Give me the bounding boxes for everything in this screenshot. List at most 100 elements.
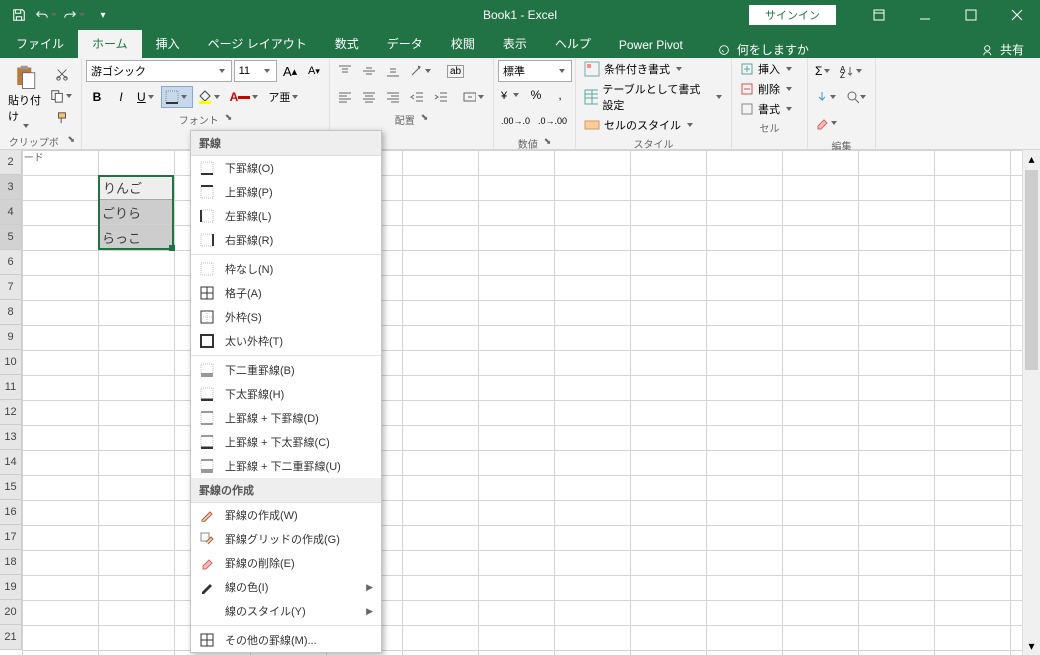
ribbon-options-button[interactable] [856,0,902,30]
shrink-font-button[interactable]: A▾ [303,60,325,82]
merge-button[interactable] [460,86,489,108]
currency-button[interactable]: ¥ [498,84,523,106]
line-color-item[interactable]: 線の色(I)▶ [191,575,381,599]
row-header-14[interactable]: 14 [0,450,22,475]
row-header-4[interactable]: 4 [0,200,22,225]
row-header-12[interactable]: 12 [0,400,22,425]
row-header-21[interactable]: 21 [0,625,22,650]
format-painter-button[interactable] [50,108,74,128]
tab-view[interactable]: 表示 [489,29,541,58]
scroll-up-arrow[interactable]: ▴ [1023,150,1040,168]
border-thick-item[interactable]: 太い外枠(T) [191,329,381,353]
fill-handle[interactable] [169,245,175,251]
comma-button[interactable]: , [549,84,571,106]
draw-border-grid-item[interactable]: 罫線グリッドの作成(G) [191,527,381,551]
row-header-8[interactable]: 8 [0,300,22,325]
align-right-button[interactable] [382,86,404,108]
row-header-20[interactable]: 20 [0,600,22,625]
tab-review[interactable]: 校閲 [437,29,489,58]
font-color-button[interactable]: A [227,86,264,108]
qat-customize[interactable]: ▾ [90,2,116,28]
wrap-text-button[interactable]: ab [444,60,467,82]
border-none-item[interactable]: 枠なし(N) [191,257,381,281]
border-outside-item[interactable]: 外枠(S) [191,305,381,329]
sheet-grid[interactable] [22,150,1040,655]
decrease-decimal-button[interactable]: .0→.00 [535,110,570,132]
clear-button[interactable] [812,112,842,134]
copy-button[interactable] [50,86,74,106]
border-left-item[interactable]: 左罫線(L) [191,204,381,228]
fill-button[interactable] [812,86,841,108]
tab-data[interactable]: データ [373,29,437,58]
undo-button[interactable] [34,2,60,28]
row-header-15[interactable]: 15 [0,475,22,500]
row-header-16[interactable]: 16 [0,500,22,525]
close-button[interactable] [994,0,1040,30]
minimize-button[interactable] [902,0,948,30]
row-header-3[interactable]: 3 [0,175,22,200]
row-header-17[interactable]: 17 [0,525,22,550]
underline-button[interactable]: U [134,86,159,108]
percent-button[interactable]: % [525,84,547,106]
tab-home[interactable]: ホーム [78,29,142,58]
redo-button[interactable] [62,2,88,28]
draw-border-item[interactable]: 罫線の作成(W) [191,503,381,527]
paste-button[interactable]: 貼り付け [4,60,48,132]
format-cells-button[interactable]: 書式 [736,100,803,118]
border-bottom-thick-item[interactable]: 下太罫線(H) [191,382,381,406]
scroll-down-arrow[interactable]: ▾ [1023,637,1040,655]
decrease-indent-button[interactable] [406,86,428,108]
border-top-item[interactable]: 上罫線(P) [191,180,381,204]
bold-button[interactable]: B [86,86,108,108]
find-button[interactable] [843,86,872,108]
align-top-button[interactable] [334,60,356,82]
sort-filter-button[interactable]: AZ [837,60,867,82]
align-left-button[interactable] [334,86,356,108]
row-header-18[interactable]: 18 [0,550,22,575]
row-header-5[interactable]: 5 [0,225,22,250]
grow-font-button[interactable]: A▴ [279,60,301,82]
row-header-10[interactable]: 10 [0,350,22,375]
tell-me-search[interactable]: 何をしますか [707,41,819,58]
row-header-19[interactable]: 19 [0,575,22,600]
increase-decimal-button[interactable]: .00→.0 [498,110,533,132]
font-launcher[interactable]: ⬊ [225,112,233,127]
row-header-9[interactable]: 9 [0,325,22,350]
alignment-launcher[interactable]: ⬊ [421,112,429,127]
cell-styles-button[interactable]: セルのスタイル [580,116,727,134]
border-top-bottom-double-item[interactable]: 上罫線 + 下二重罫線(U) [191,454,381,478]
ruby-button[interactable]: ア亜 [265,86,303,108]
maximize-button[interactable] [948,0,994,30]
row-header-2[interactable]: 2 [0,150,22,175]
tab-formulas[interactable]: 数式 [321,29,373,58]
number-format-combo[interactable]: 標準 [498,60,572,82]
border-top-bottom-item[interactable]: 上罫線 + 下罫線(D) [191,406,381,430]
border-top-bottom-thick-item[interactable]: 上罫線 + 下太罫線(C) [191,430,381,454]
save-button[interactable] [6,2,32,28]
scroll-thumb[interactable] [1025,170,1038,370]
border-bottom-double-item[interactable]: 下二重罫線(B) [191,358,381,382]
vertical-scrollbar[interactable]: ▴ ▾ [1022,150,1040,655]
border-button[interactable] [161,86,193,108]
orientation-button[interactable] [406,60,436,82]
row-header-13[interactable]: 13 [0,425,22,450]
row-header-7[interactable]: 7 [0,275,22,300]
font-size-combo[interactable]: 11 [234,60,277,82]
line-style-item[interactable]: 線のスタイル(Y)▶ [191,599,381,623]
number-launcher[interactable]: ⬊ [544,136,552,151]
fill-color-button[interactable] [195,86,225,108]
border-right-item[interactable]: 右罫線(R) [191,228,381,252]
format-as-table-button[interactable]: テーブルとして書式設定 [580,80,727,114]
align-bottom-button[interactable] [382,60,404,82]
erase-border-item[interactable]: 罫線の削除(E) [191,551,381,575]
border-bottom-item[interactable]: 下罫線(O) [191,156,381,180]
font-name-combo[interactable]: 游ゴシック [86,60,232,82]
align-middle-button[interactable] [358,60,380,82]
insert-cells-button[interactable]: 挿入 [736,60,803,78]
tab-page-layout[interactable]: ページ レイアウト [194,29,321,58]
signin-button[interactable]: サインイン [749,5,836,25]
tab-file[interactable]: ファイル [2,29,78,58]
tab-power-pivot[interactable]: Power Pivot [605,32,697,58]
conditional-format-button[interactable]: 条件付き書式 [580,60,727,78]
share-button[interactable]: 共有 [966,41,1040,58]
